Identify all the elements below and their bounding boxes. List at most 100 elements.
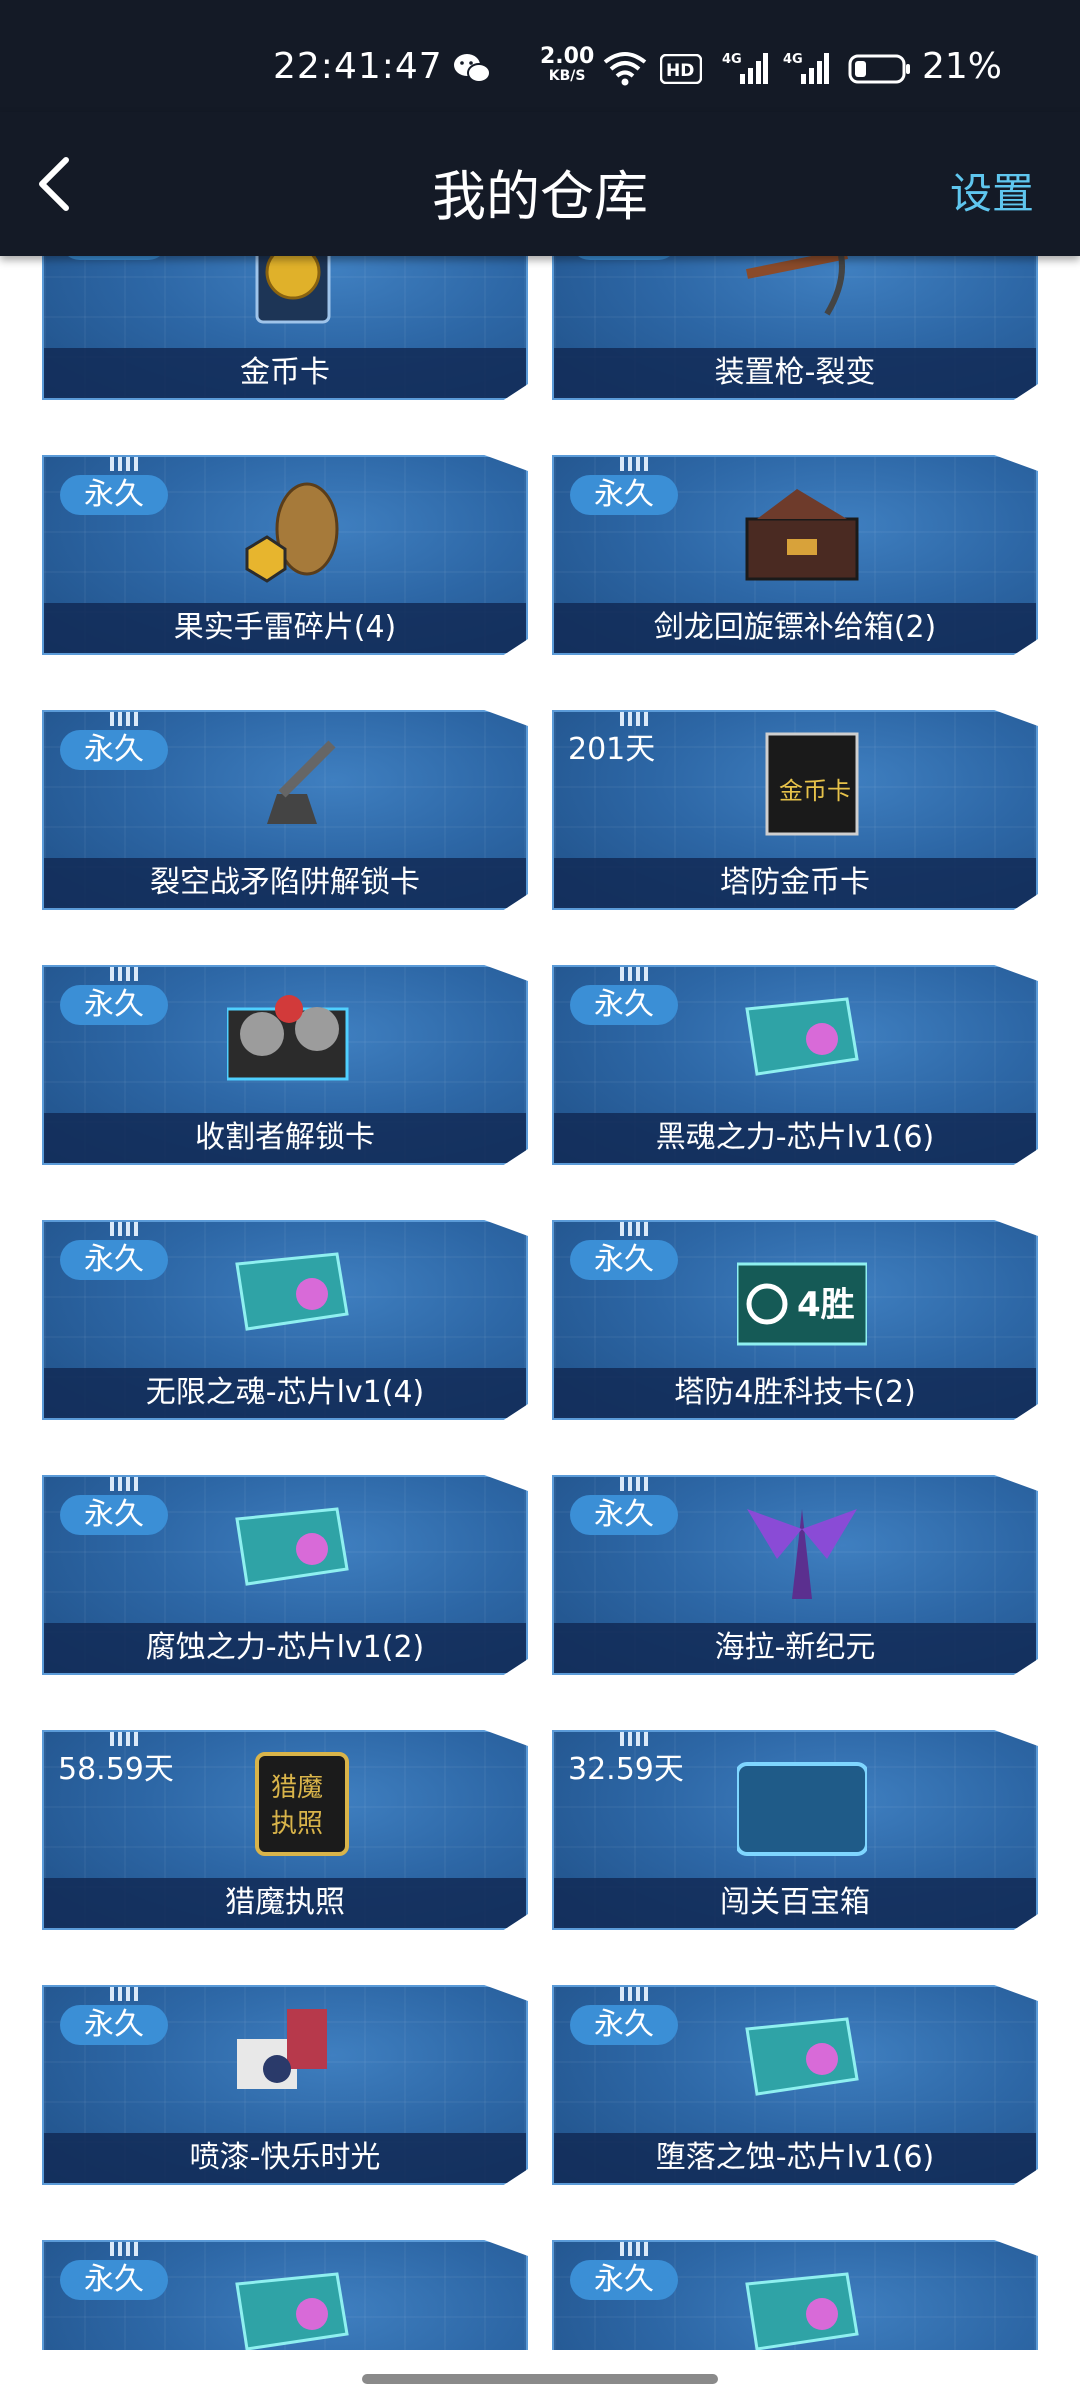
card-notch bbox=[620, 457, 650, 471]
card-notch bbox=[110, 967, 140, 981]
item-card[interactable]: 永久 bbox=[42, 2240, 528, 2350]
battery-icon bbox=[848, 54, 910, 84]
card-notch bbox=[620, 712, 650, 726]
item-name: 塔防金币卡 bbox=[554, 858, 1036, 908]
chip-icon bbox=[737, 979, 867, 1099]
duration-badge: 永久 bbox=[60, 2260, 168, 2300]
spray-icon bbox=[227, 1999, 357, 2119]
card-notch bbox=[110, 712, 140, 726]
tech-card-icon: 4胜 bbox=[735, 1234, 869, 1354]
item-name: 闯关百宝箱 bbox=[554, 1878, 1036, 1928]
warehouse-screen: 22:41:47 2.00 KB/S HD 4G 4G 21% 我的仓库 设置 … bbox=[0, 0, 1080, 2400]
app-header: 我的仓库 设置 bbox=[0, 112, 1080, 256]
gold-card-icon: 金币卡 bbox=[737, 724, 867, 844]
item-name: 金币卡 bbox=[44, 348, 526, 398]
duration-badge: 58.59天 bbox=[58, 1752, 174, 1787]
item-card[interactable]: 永久喷漆-快乐时光 bbox=[42, 1985, 528, 2185]
chip-icon bbox=[737, 2254, 867, 2350]
wifi-icon bbox=[603, 52, 647, 86]
status-time: 22:41:47 bbox=[273, 46, 443, 87]
item-card[interactable]: 永久装置枪-裂变 bbox=[552, 256, 1038, 400]
item-card[interactable]: 58.59天 猎魔 执照 猎魔执照 bbox=[42, 1730, 528, 1930]
item-card[interactable]: 永久 4胜塔防4胜科技卡(2) bbox=[552, 1220, 1038, 1420]
battery-percent: 21% bbox=[922, 46, 1003, 87]
item-card[interactable]: 永久堕落之蚀-芯片lv1(6) bbox=[552, 1985, 1038, 2185]
item-name: 裂空战矛陷阱解锁卡 bbox=[44, 858, 526, 908]
item-name: 喷漆-快乐时光 bbox=[44, 2133, 526, 2183]
card-notch bbox=[110, 1222, 140, 1236]
duration-badge: 永久 bbox=[570, 1240, 678, 1280]
duration-badge: 永久 bbox=[60, 256, 168, 260]
item-name: 腐蚀之力-芯片lv1(2) bbox=[44, 1623, 526, 1673]
chip-icon bbox=[737, 1999, 867, 2119]
item-name: 堕落之蚀-芯片lv1(6) bbox=[554, 2133, 1036, 2183]
item-card[interactable]: 永久果实手雷碎片(4) bbox=[42, 455, 528, 655]
card-notch bbox=[110, 1732, 140, 1746]
license-icon: 猎魔 执照 bbox=[227, 1744, 357, 1864]
duration-badge: 永久 bbox=[570, 475, 678, 515]
chip-icon bbox=[227, 2254, 357, 2350]
item-card[interactable]: 201天 金币卡 塔防金币卡 bbox=[552, 710, 1038, 910]
duration-badge: 永久 bbox=[60, 1240, 168, 1280]
card-notch bbox=[110, 1987, 140, 2001]
card-notch bbox=[620, 1477, 650, 1491]
card-notch bbox=[110, 2242, 140, 2256]
duration-badge: 永久 bbox=[570, 256, 678, 260]
item-card[interactable]: 永久剑龙回旋镖补给箱(2) bbox=[552, 455, 1038, 655]
item-name: 海拉-新纪元 bbox=[554, 1623, 1036, 1673]
item-name: 猎魔执照 bbox=[44, 1878, 526, 1928]
home-indicator[interactable] bbox=[362, 2374, 718, 2384]
svg-text:猎魔: 猎魔 bbox=[271, 1773, 323, 1803]
card-notch bbox=[110, 1477, 140, 1491]
svg-text:金币卡: 金币卡 bbox=[779, 777, 851, 805]
item-card[interactable]: 32.59天闯关百宝箱 bbox=[552, 1730, 1038, 1930]
card-notch bbox=[620, 1222, 650, 1236]
duration-badge: 永久 bbox=[570, 2260, 678, 2300]
hd-icon: HD bbox=[660, 54, 702, 84]
item-card[interactable]: 永久收割者解锁卡 bbox=[42, 965, 528, 1165]
network-speed: 2.00 KB/S bbox=[540, 44, 595, 85]
wechat-icon bbox=[454, 54, 491, 83]
svg-text:执照: 执照 bbox=[271, 1809, 323, 1839]
item-card[interactable]: 永久 黑魂之力-芯片lv1(6) bbox=[552, 965, 1038, 1165]
duration-badge: 永久 bbox=[60, 730, 168, 770]
duration-badge: 永久 bbox=[60, 985, 168, 1025]
status-bar: 22:41:47 2.00 KB/S HD 4G 4G 21% bbox=[0, 0, 1080, 112]
card-notch bbox=[110, 457, 140, 471]
item-card[interactable]: 永久金币卡 bbox=[42, 256, 528, 400]
crossbow-icon bbox=[737, 256, 867, 334]
item-card[interactable]: 永久 无限之魂-芯片lv1(4) bbox=[42, 1220, 528, 1420]
item-name: 剑龙回旋镖补给箱(2) bbox=[554, 603, 1036, 653]
character-icon bbox=[737, 1489, 867, 1609]
card-notch bbox=[620, 1732, 650, 1746]
item-card[interactable]: 永久裂空战矛陷阱解锁卡 bbox=[42, 710, 528, 910]
settings-button[interactable]: 设置 bbox=[950, 160, 1034, 221]
page-title: 我的仓库 bbox=[432, 165, 648, 228]
svg-text:4G: 4G bbox=[783, 52, 803, 67]
item-name: 装置枪-裂变 bbox=[554, 348, 1036, 398]
item-card[interactable]: 永久海拉-新纪元 bbox=[552, 1475, 1038, 1675]
duration-badge: 永久 bbox=[60, 2005, 168, 2045]
item-card[interactable]: 永久 bbox=[552, 2240, 1038, 2350]
duration-badge: 永久 bbox=[570, 2005, 678, 2045]
item-grid: 永久金币卡永久装置枪-裂变永久果实手雷碎片(4)永久剑龙回旋镖补给箱(2)永久裂… bbox=[0, 256, 1080, 2350]
chip-icon bbox=[227, 1489, 357, 1609]
signal-4g-icon: 4G bbox=[722, 52, 768, 84]
item-name: 收割者解锁卡 bbox=[44, 1113, 526, 1163]
item-card[interactable]: 永久 腐蚀之力-芯片lv1(2) bbox=[42, 1475, 528, 1675]
network-speed-unit: KB/S bbox=[548, 68, 586, 84]
chip-icon bbox=[227, 1234, 357, 1354]
card-notch bbox=[620, 1987, 650, 2001]
card-notch bbox=[620, 2242, 650, 2256]
item-name: 果实手雷碎片(4) bbox=[44, 603, 526, 653]
grenade-fragment-icon bbox=[227, 469, 357, 589]
duration-badge: 32.59天 bbox=[568, 1752, 684, 1787]
duration-badge: 永久 bbox=[570, 1495, 678, 1535]
item-name: 塔防4胜科技卡(2) bbox=[554, 1368, 1036, 1418]
gold-coin-card-icon bbox=[227, 256, 357, 334]
svg-text:4胜: 4胜 bbox=[797, 1285, 855, 1325]
network-speed-value: 2.00 bbox=[540, 44, 595, 69]
svg-text:HD: HD bbox=[666, 61, 694, 81]
card-notch bbox=[620, 967, 650, 981]
duration-badge: 永久 bbox=[60, 475, 168, 515]
